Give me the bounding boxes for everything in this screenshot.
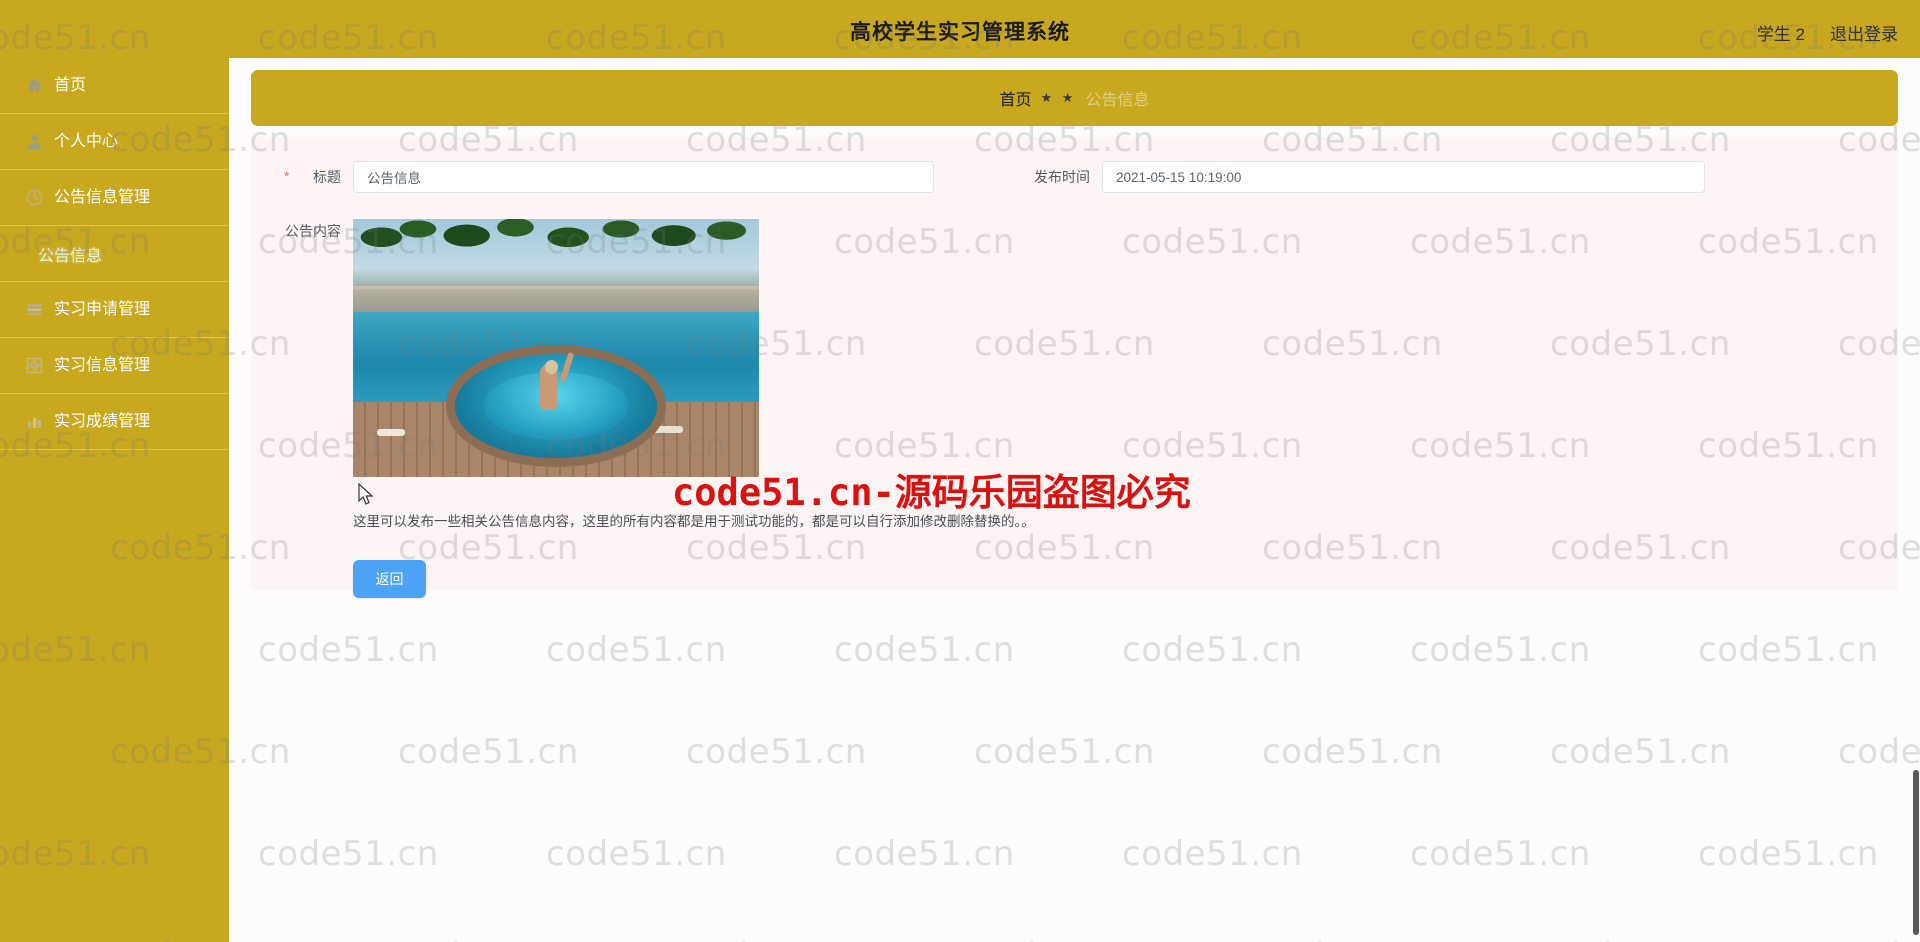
app-root: 高校学生实习管理系统 学生 2 退出登录 首页 个人中心 公告信息管理 公告信息… [0, 0, 1920, 942]
sidebar-subitem-label: 公告信息 [38, 247, 103, 265]
notice-content-image [353, 219, 759, 477]
form-row-content: 公告内容 这里可以发布一些相关公告信息内容，这里的所有内容都是用于测试功能的，都… [251, 219, 1898, 598]
publish-time-input[interactable]: 2021-05-15 10:19:00 [1102, 161, 1705, 193]
publish-time-label: 发布时间 [1034, 169, 1090, 185]
field-publish-time: 发布时间 2021-05-15 10:19:00 [1024, 161, 1705, 193]
back-button[interactable]: 返回 [353, 559, 426, 598]
sidebar-item-label: 首页 [54, 76, 87, 94]
clock-icon [26, 189, 43, 206]
sidebar-item-label: 实习成绩管理 [54, 412, 151, 430]
sidebar-item-label: 实习信息管理 [54, 356, 151, 374]
image-lounger-left [377, 428, 406, 436]
top-bar: 高校学生实习管理系统 学生 2 退出登录 [0, 0, 1920, 58]
sidebar-item-personal-center[interactable]: 个人中心 [0, 114, 229, 170]
user-icon [26, 133, 43, 150]
title-input[interactable]: 公告信息 [353, 161, 934, 193]
sidebar: 首页 个人中心 公告信息管理 公告信息 实习申请管理 实习信息管理 实习成绩管理 [0, 58, 229, 942]
sidebar-item-home[interactable]: 首页 [0, 58, 229, 114]
sidebar-item-internship-grade[interactable]: 实习成绩管理 [0, 394, 229, 450]
chart-icon [26, 413, 43, 430]
sidebar-item-label: 公告信息管理 [54, 188, 151, 206]
sidebar-item-internship-info[interactable]: 实习信息管理 [0, 338, 229, 394]
sidebar-item-label: 实习申请管理 [54, 300, 151, 318]
sidebar-item-label: 个人中心 [54, 132, 119, 150]
form-row-top: 标题 公告信息 发布时间 2021-05-15 10:19:00 [251, 161, 1898, 193]
image-person-head [545, 359, 559, 374]
home-icon [26, 77, 43, 94]
grid-icon [26, 357, 43, 374]
list-icon [26, 301, 43, 318]
vertical-scrollbar-thumb[interactable] [1913, 770, 1919, 935]
page-title: 高校学生实习管理系统 [850, 21, 1070, 44]
sidebar-item-notice-management[interactable]: 公告信息管理 [0, 170, 229, 226]
breadcrumb: 首页 ★ ★ 公告信息 [251, 70, 1898, 126]
top-bar-right: 学生 2 退出登录 [1757, 20, 1898, 45]
breadcrumb-home[interactable]: 首页 [1000, 86, 1032, 110]
logout-button[interactable]: 退出登录 [1830, 20, 1898, 45]
content-label: 公告内容 [285, 223, 341, 239]
notice-detail-form: 标题 公告信息 发布时间 2021-05-15 10:19:00 公告内容 [251, 137, 1898, 598]
title-label: 标题 [275, 167, 353, 187]
watermark-center-text: code51.cn-源码乐园盗图必究 [672, 471, 1191, 514]
breadcrumb-separator-stars: ★ ★ [1040, 90, 1077, 105]
current-user-label: 学生 2 [1756, 25, 1805, 44]
sidebar-item-internship-application[interactable]: 实习申请管理 [0, 282, 229, 338]
content-body: 这里可以发布一些相关公告信息内容，这里的所有内容都是用于测试功能的，都是可以自行… [353, 219, 1035, 598]
breadcrumb-current: 公告信息 [1085, 92, 1150, 109]
field-title: 标题 公告信息 [275, 161, 934, 193]
sidebar-subitem-notice-info[interactable]: 公告信息 [0, 226, 229, 282]
